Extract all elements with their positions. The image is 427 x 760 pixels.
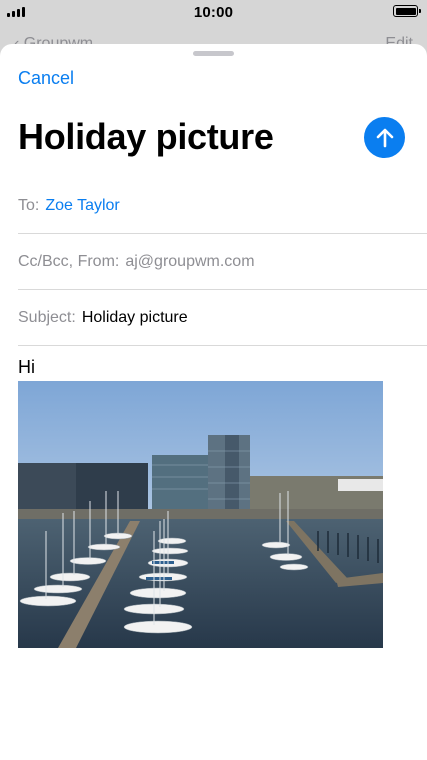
to-label: To: bbox=[18, 196, 40, 214]
sheet-grabber[interactable] bbox=[193, 51, 234, 56]
from-address: aj@groupwm.com bbox=[125, 252, 255, 270]
signal-strength-icon bbox=[7, 5, 25, 17]
cc-bcc-from-label: Cc/Bcc, From: bbox=[18, 252, 120, 270]
status-bar: 10:00 bbox=[0, 0, 427, 24]
to-field[interactable]: To: Zoe Taylor bbox=[18, 178, 427, 234]
battery-icon bbox=[393, 5, 421, 17]
subject-field[interactable]: Subject: Holiday picture bbox=[18, 290, 427, 346]
compose-sheet: Cancel Holiday picture To: Zoe Taylor Cc… bbox=[0, 44, 427, 760]
harbor-photo-image bbox=[18, 381, 383, 648]
attached-photo[interactable] bbox=[18, 381, 383, 648]
status-time: 10:00 bbox=[193, 3, 234, 21]
subject-value[interactable]: Holiday picture bbox=[82, 309, 188, 327]
message-body-text[interactable]: Hi bbox=[18, 357, 35, 378]
cancel-button[interactable]: Cancel bbox=[18, 68, 74, 89]
cc-bcc-from-field[interactable]: Cc/Bcc, From: aj@groupwm.com bbox=[18, 234, 427, 290]
arrow-up-icon bbox=[376, 128, 393, 147]
subject-label: Subject: bbox=[18, 308, 76, 326]
send-button[interactable] bbox=[364, 117, 405, 158]
to-recipient[interactable]: Zoe Taylor bbox=[45, 197, 119, 215]
compose-title: Holiday picture bbox=[18, 116, 274, 157]
